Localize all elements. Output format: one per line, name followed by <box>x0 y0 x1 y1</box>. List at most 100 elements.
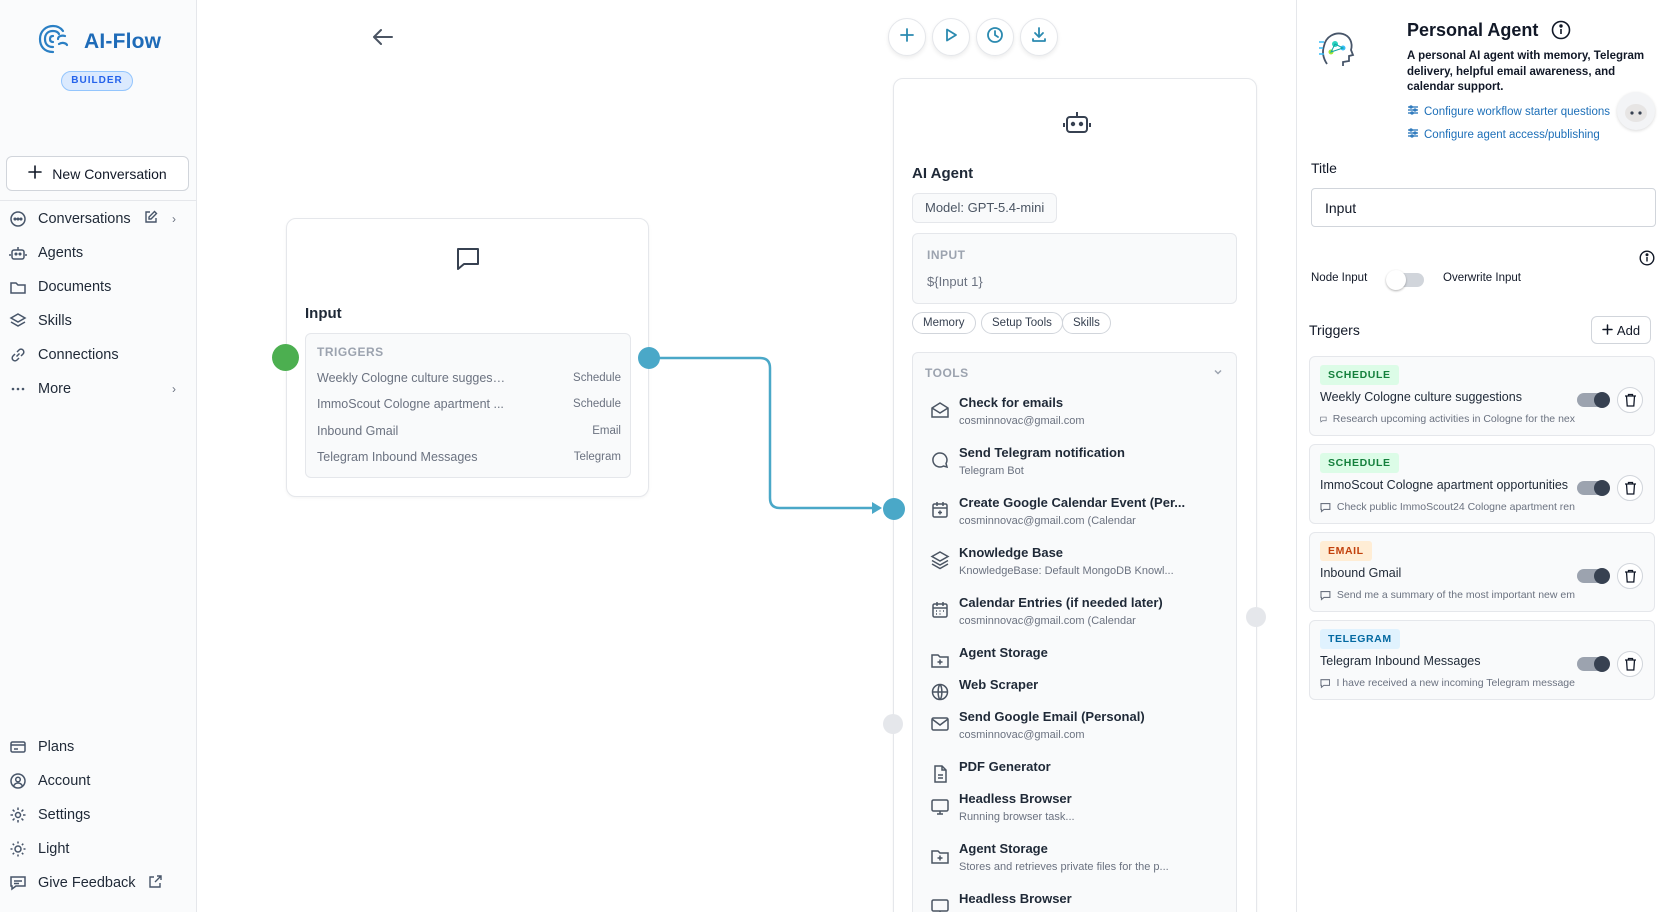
trigger-card[interactable]: SCHEDULE ImmoScout Cologne apartment opp… <box>1309 444 1655 524</box>
trigger-enabled-toggle[interactable] <box>1577 656 1610 672</box>
trigger-enabled-toggle[interactable] <box>1577 392 1610 408</box>
trigger-description: Check public ImmoScout24 Cologne apartme… <box>1320 501 1575 513</box>
trash-icon[interactable] <box>1617 651 1643 677</box>
configure-starter-questions-link[interactable]: Configure workflow starter questions <box>1407 104 1610 119</box>
agent-tool-handle[interactable] <box>883 714 903 734</box>
globe-icon <box>929 681 951 703</box>
link-label: Configure agent access/publishing <box>1424 128 1600 141</box>
tool-subtitle: cosminnovac@gmail.com <box>959 415 1085 427</box>
layers-icon <box>929 549 951 571</box>
trash-icon[interactable] <box>1617 387 1643 413</box>
assistant-avatar-button[interactable] <box>1617 92 1655 130</box>
agent-description: A personal AI agent with memory, Telegra… <box>1407 50 1645 93</box>
agent-title: Personal Agent <box>1407 20 1571 45</box>
node-input-label: Node Input <box>1311 272 1368 284</box>
app-root: AI-Flow BUILDER New Conversation Convers… <box>0 0 1666 912</box>
monitor-icon <box>929 795 951 817</box>
tool-subtitle: Running browser task... <box>959 811 1075 823</box>
add-label: Add <box>1616 322 1641 338</box>
title-input[interactable] <box>1311 188 1656 227</box>
info-icon[interactable] <box>1551 20 1571 45</box>
list-item[interactable]: Inbound Gmail Email <box>317 422 621 442</box>
calendar-icon <box>929 599 951 621</box>
trigger-type-badge: EMAIL <box>1320 541 1372 561</box>
add-trigger-button[interactable]: Add <box>1591 316 1651 344</box>
tool-name: Headless Browser <box>959 791 1072 806</box>
agent-title-text: Personal Agent <box>1407 20 1539 40</box>
agent-output-handle[interactable] <box>1246 607 1266 627</box>
tool-name: Check for emails <box>959 395 1064 410</box>
tool-subtitle: cosminnovac@gmail.com (Calendar <box>959 615 1136 627</box>
envelope-open-icon <box>929 399 951 421</box>
document-icon <box>929 763 951 785</box>
tool-subtitle: KnowledgeBase: Default MongoDB Knowl... <box>959 565 1174 577</box>
sliders-icon <box>1407 127 1419 142</box>
skills-button[interactable]: Skills <box>1062 312 1111 334</box>
input-label: INPUT <box>927 248 966 262</box>
trigger-description-text: Check public ImmoScout24 Cologne apartme… <box>1336 501 1575 513</box>
robot-icon <box>1062 107 1092 142</box>
trash-icon[interactable] <box>1617 563 1643 589</box>
ai-agent-node[interactable]: AI Agent Model: GPT-5.4-mini INPUT ${Inp… <box>893 78 1257 912</box>
tool-name: Send Telegram notification <box>959 445 1125 460</box>
list-item[interactable]: ImmoScout Cologne apartment ... Schedule <box>317 395 621 415</box>
trigger-type: Email <box>592 425 621 437</box>
tool-subtitle: Telegram Bot <box>959 465 1024 477</box>
trigger-type: Schedule <box>573 398 621 410</box>
agent-input-handle[interactable] <box>883 498 905 520</box>
start-handle[interactable] <box>272 344 299 371</box>
trigger-name: Weekly Cologne culture suggestions <box>1320 390 1522 404</box>
folder-plus-icon <box>929 845 951 867</box>
trigger-description-text: I have received a new incoming Telegram … <box>1336 677 1575 689</box>
tool-name: Headless Browser <box>959 891 1072 906</box>
message-icon <box>454 245 482 278</box>
properties-panel: Personal Agent A personal AI agent with … <box>1296 0 1666 912</box>
trigger-enabled-toggle[interactable] <box>1577 568 1610 584</box>
triggers-list: TRIGGERS Weekly Cologne culture suggesti… <box>305 333 631 478</box>
memory-button[interactable]: Memory <box>912 312 976 334</box>
comment-icon <box>1320 678 1331 688</box>
trigger-type-badge: TELEGRAM <box>1320 629 1400 649</box>
setup-tools-button[interactable]: Setup Tools <box>981 312 1063 334</box>
trigger-name: Telegram Inbound Messages <box>317 450 478 464</box>
tool-name: Create Google Calendar Event (Per... <box>959 495 1186 510</box>
node-input-toggle[interactable] <box>1386 270 1424 290</box>
output-handle[interactable] <box>638 347 660 369</box>
trigger-description: I have received a new incoming Telegram … <box>1320 677 1575 689</box>
trigger-enabled-toggle[interactable] <box>1577 480 1610 496</box>
tool-name: Agent Storage <box>959 645 1048 660</box>
tool-subtitle: cosminnovac@gmail.com <box>959 729 1085 741</box>
node-title: Input <box>305 305 342 322</box>
tool-subtitle: cosminnovac@gmail.com (Calendar <box>959 515 1136 527</box>
comment-icon <box>1320 502 1331 513</box>
input-node[interactable]: Input TRIGGERS Weekly Cologne culture su… <box>286 218 649 497</box>
tool-name: Send Google Email (Personal) <box>959 709 1145 724</box>
trash-icon[interactable] <box>1617 475 1643 501</box>
list-item[interactable]: Telegram Inbound Messages Telegram <box>317 448 621 468</box>
calendar-plus-icon <box>929 499 951 521</box>
trigger-name: Inbound Gmail <box>317 424 399 438</box>
model-chip[interactable]: Model: GPT-5.4-mini <box>912 193 1058 223</box>
input-value: ${Input 1} <box>927 274 983 289</box>
agent-input-box[interactable]: INPUT ${Input 1} <box>912 233 1237 304</box>
chevron-down-icon[interactable] <box>1212 365 1224 383</box>
tool-name: Knowledge Base <box>959 545 1064 560</box>
title-label: Title <box>1311 160 1337 176</box>
trigger-name: ImmoScout Cologne apartment ... <box>317 397 504 411</box>
trigger-description: Send me a summary of the most important … <box>1320 589 1575 601</box>
configure-access-link[interactable]: Configure agent access/publishing <box>1407 127 1600 142</box>
trigger-card[interactable]: TELEGRAM Telegram Inbound Messages I hav… <box>1309 620 1655 700</box>
trigger-card[interactable]: SCHEDULE Weekly Cologne culture suggesti… <box>1309 356 1655 436</box>
overwrite-input-label: Overwrite Input <box>1443 272 1521 284</box>
trigger-name: Weekly Cologne culture suggesti... <box>317 371 507 385</box>
trigger-card[interactable]: EMAIL Inbound Gmail Send me a summary of… <box>1309 532 1655 612</box>
triggers-header: TRIGGERS <box>317 345 384 359</box>
tool-name: Calendar Entries (if needed later) <box>959 595 1163 610</box>
list-item[interactable]: Weekly Cologne culture suggesti... Sched… <box>317 369 621 389</box>
trigger-type-badge: SCHEDULE <box>1320 453 1399 473</box>
triggers-label: Triggers <box>1309 322 1360 338</box>
comment-icon <box>1320 590 1331 601</box>
info-icon[interactable] <box>1639 250 1655 271</box>
plus-icon <box>1602 323 1613 338</box>
trigger-description-text: Send me a summary of the most important … <box>1336 589 1575 601</box>
